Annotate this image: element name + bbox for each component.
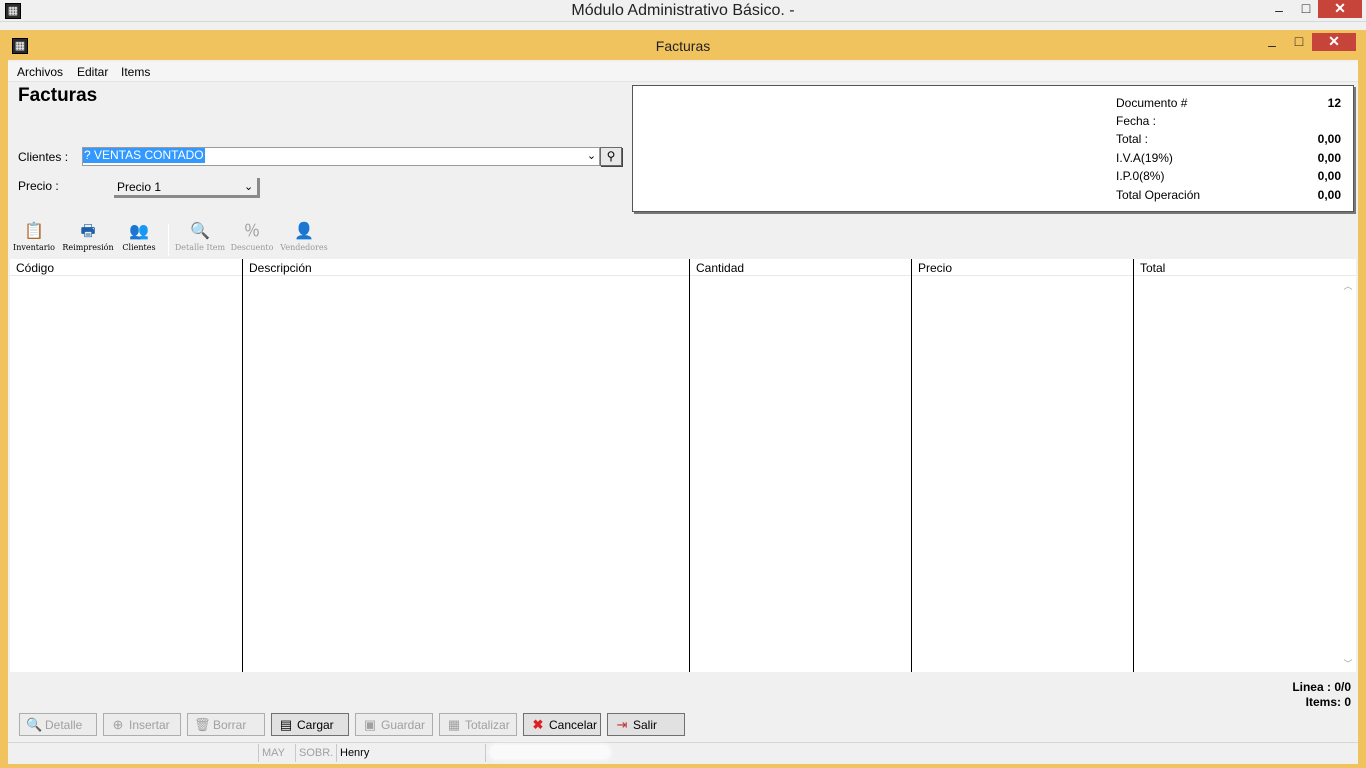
mdi-maximize-button[interactable]: □ <box>1286 33 1312 51</box>
toolbar-label: Descuento <box>230 243 274 252</box>
items-counter: Items: 0 <box>1305 695 1351 709</box>
column-header-precio[interactable]: Precio <box>918 261 952 275</box>
summary-value-iva: 0,00 <box>1317 151 1341 165</box>
totalizar-button[interactable]: ▦ Totalizar <box>439 713 517 736</box>
toolbar-separator <box>168 224 169 256</box>
chevron-down-icon[interactable]: ⌄ <box>244 180 253 193</box>
toolbar-descuento-button[interactable]: ％ Descuento <box>226 222 278 258</box>
summary-value-total-operacion: 0,00 <box>1317 188 1341 202</box>
guardar-button[interactable]: ▣ Guardar <box>355 713 433 736</box>
outer-window-title: Módulo Administrativo Básico. - <box>571 2 795 19</box>
insertar-button[interactable]: ⊕ Insertar <box>103 713 181 736</box>
grid-vertical-scrollbar[interactable] <box>1340 276 1356 672</box>
insert-icon: ⊕ <box>112 717 124 732</box>
detalle-button[interactable]: 🔍 Detalle <box>19 713 97 736</box>
cancelar-button[interactable]: ✖ Cancelar <box>523 713 601 736</box>
toolbar-reimpresion-button[interactable]: 🖶 Reimpresión <box>62 222 114 258</box>
toolbar-label: Inventario <box>13 243 55 252</box>
button-label: Guardar <box>381 718 426 732</box>
column-divider <box>689 259 690 672</box>
status-extra <box>485 744 1358 762</box>
clientes-selected-value[interactable]: ? VENTAS CONTADO <box>83 148 205 163</box>
mdi-window-title: Facturas <box>655 38 711 54</box>
calculator-icon: ▦ <box>447 717 461 732</box>
items-grid[interactable] <box>10 259 1356 672</box>
page-title: Facturas <box>18 85 98 106</box>
scroll-down-icon[interactable]: ﹀ <box>1340 657 1356 670</box>
red-x-icon: ✖ <box>532 717 544 732</box>
menu-archivos[interactable]: Archivos <box>17 65 63 79</box>
button-label: Totalizar <box>465 718 510 732</box>
save-doc-icon: ▣ <box>363 717 377 732</box>
precio-label: Precio : <box>18 179 59 193</box>
cargar-button[interactable]: ▤ Cargar <box>271 713 349 736</box>
button-label: Borrar <box>213 718 247 732</box>
toolbar-label: Detalle Item <box>174 243 226 252</box>
salir-button[interactable]: ⇥ Salir <box>607 713 685 736</box>
summary-label-ipo: I.P.0(8%) <box>1116 169 1165 183</box>
printer-icon: 🖶 <box>80 223 96 240</box>
redacted-area <box>490 745 610 759</box>
load-doc-icon: ▤ <box>279 717 293 732</box>
column-divider <box>1133 259 1134 672</box>
client-lookup-button[interactable]: ⚲ <box>600 147 622 166</box>
percent-doc-icon: ％ <box>243 223 260 240</box>
menu-editar[interactable]: Editar <box>77 65 108 79</box>
toolbar-inventario-button[interactable]: 📋 Inventario <box>8 222 60 258</box>
scroll-up-icon[interactable]: ︿ <box>1340 279 1356 292</box>
mdi-close-button[interactable]: ✕ <box>1312 33 1356 51</box>
summary-label-documento: Documento # <box>1116 96 1188 110</box>
precio-selected-value[interactable]: Precio 1 <box>117 180 161 194</box>
mdi-minimize-button[interactable]: – <box>1259 37 1285 55</box>
summary-label-total-operacion: Total Operación <box>1116 188 1201 202</box>
users-icon: 👥 <box>129 223 149 240</box>
toolbar-clientes-button[interactable]: 👥 Clientes <box>113 222 165 258</box>
toolbar-vendedores-button[interactable]: 👤 Vendedores <box>278 222 330 258</box>
borrar-button[interactable]: 🗑 Borrar <box>187 713 265 736</box>
column-divider <box>911 259 912 672</box>
menu-bar <box>8 62 1358 82</box>
button-label: Salir <box>633 718 658 732</box>
salesperson-icon: 👤 <box>294 223 314 240</box>
status-caps: MAY <box>258 744 294 762</box>
clientes-label: Clientes : <box>18 150 69 164</box>
column-header-descripcion[interactable]: Descripción <box>249 261 312 275</box>
column-header-cantidad[interactable]: Cantidad <box>696 261 744 275</box>
summary-label-fecha: Fecha : <box>1116 114 1157 128</box>
magnifier-doc-icon: 🔍 <box>190 223 210 240</box>
button-label: Detalle <box>45 718 83 732</box>
column-divider <box>242 259 243 672</box>
column-header-total[interactable]: Total <box>1140 261 1165 275</box>
toolbar-label: Reimpresión <box>62 243 114 252</box>
outer-maximize-button[interactable]: □ <box>1293 0 1319 18</box>
toolbar-detalle-item-button[interactable]: 🔍 Detalle Item <box>174 222 226 258</box>
binoculars-icon: ⚲ <box>606 149 616 163</box>
chevron-down-icon[interactable]: ⌄ <box>584 148 599 165</box>
button-label: Cargar <box>297 718 334 732</box>
summary-value-total: 0,00 <box>1317 132 1341 146</box>
button-label: Cancelar <box>549 718 598 732</box>
summary-label-iva: I.V.A(19%) <box>1116 151 1173 165</box>
summary-value-ipo: 0,00 <box>1317 169 1341 183</box>
outer-minimize-button[interactable]: – <box>1266 2 1292 20</box>
status-overwrite: SOBR. <box>295 744 335 762</box>
toolbar-label: Vendedores <box>280 243 328 252</box>
magnifier-icon: 🔍 <box>26 717 43 732</box>
linea-counter: Linea : 0/0 <box>1292 680 1351 694</box>
summary-value-documento: 12 <box>1327 96 1341 110</box>
trash-icon: 🗑 <box>194 717 211 732</box>
button-label: Insertar <box>129 718 170 732</box>
summary-label-total: Total : <box>1116 132 1149 146</box>
menu-items[interactable]: Items <box>121 65 150 79</box>
toolbar-label: Clientes <box>122 243 156 252</box>
exit-door-icon: ⇥ <box>616 717 628 732</box>
outer-close-button[interactable]: ✕ <box>1318 0 1362 18</box>
status-user: Henry <box>336 744 484 762</box>
column-header-codigo[interactable]: Código <box>16 261 54 275</box>
clipboard-icon: 📋 <box>24 223 44 240</box>
